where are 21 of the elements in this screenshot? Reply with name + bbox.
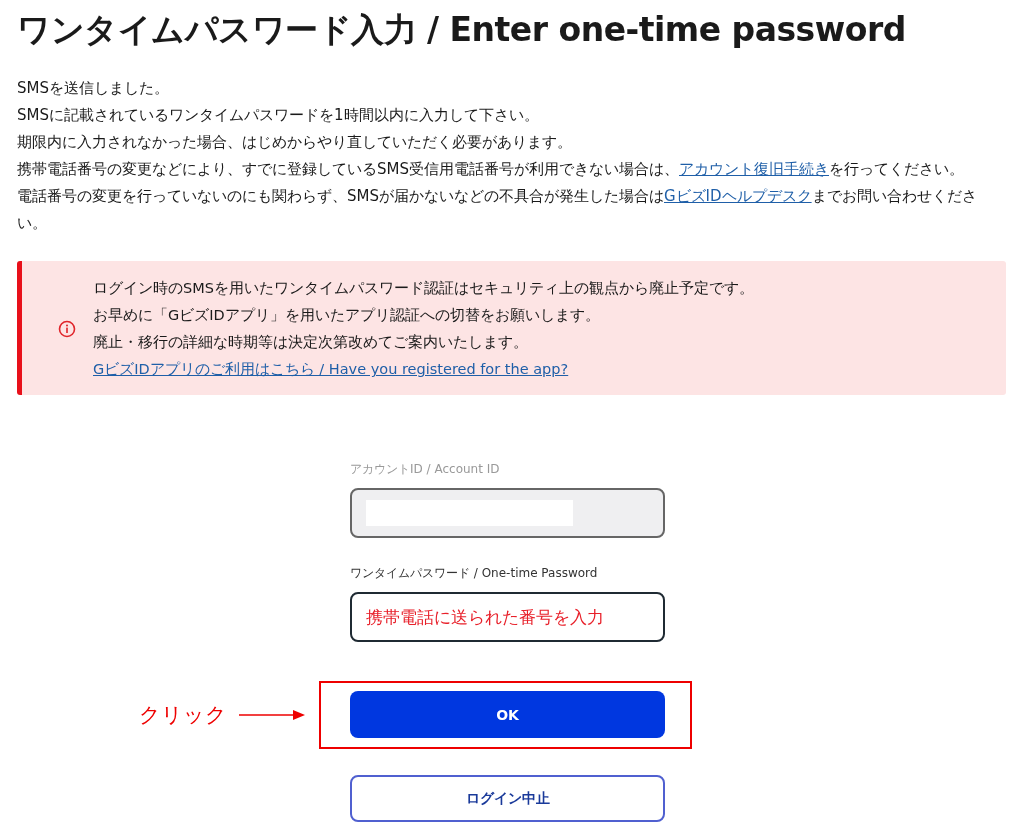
warning-text: お早めに「GビズIDアプリ」を用いたアプリ認証への切替をお願いします。 xyxy=(93,306,601,325)
field-label: アカウントID / Account ID xyxy=(350,461,501,478)
warning-text: ログイン時のSMSを用いたワンタイムパスワード認証はセキュリティ上の観点から廃止予定です。 xyxy=(93,279,754,298)
app-link[interactable]: GビズIDアプリのご利用はこちら / Have you registered for the app? xyxy=(93,361,569,377)
info-text: 携帯電話番号の変更などにより、すでに登録しているSMS受信用電話番号が利用できない場合は、アカウント復旧手続き を行ってください。 xyxy=(17,159,965,180)
info-text: 期限内に入力されなかった場合、はじめからやり直していただく必要があります。 xyxy=(17,132,573,153)
info-text: SMSに記載されているワンタイムパスワードを1時間以内に入力して下さい。 xyxy=(17,105,540,126)
info-text: 電話番号の変更を行っていないのにも関わらず、SMSが届かないなどの不具合が発生した場合はGビズIDヘルプデスク までお問い合わせください。 xyxy=(17,186,978,234)
page-title: ワンタイムパスワード入力 / Enter one-time password xyxy=(17,9,907,51)
help-link[interactable]: アカウント復旧手続き xyxy=(679,160,829,178)
info-icon xyxy=(58,320,76,338)
ok-button[interactable]: OK xyxy=(350,691,665,738)
help-link[interactable]: GビズIDヘルプデスク xyxy=(664,187,812,205)
warning-text: 廃止・移行の詳細な時期等は決定次第改めてご案内いたします。 xyxy=(93,333,529,352)
field-value: 携帯電話に送られた番号を入力 xyxy=(366,605,604,629)
info-text: SMSを送信しました。 xyxy=(17,78,170,99)
field-label: ワンタイムパスワード / One-time Password xyxy=(350,565,599,582)
cancel-button[interactable]: ログイン中止 xyxy=(350,775,665,822)
callout-text: クリック xyxy=(139,702,227,729)
input-field[interactable]: 携帯電話に送られた番号を入力 xyxy=(350,592,665,642)
arrow-icon xyxy=(239,709,305,721)
